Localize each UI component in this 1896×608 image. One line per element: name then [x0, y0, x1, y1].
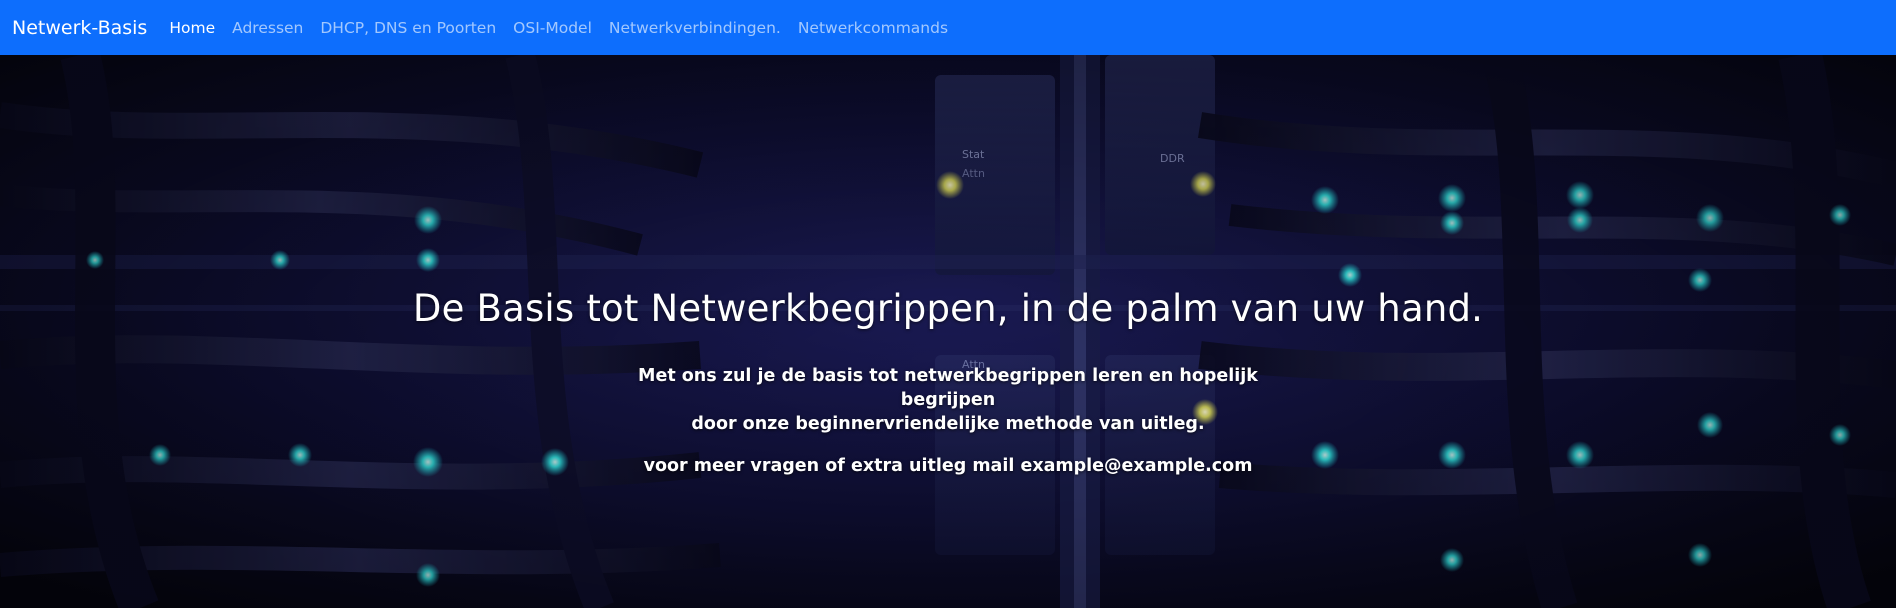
nav-link-adressen[interactable]: Adressen	[232, 19, 303, 37]
hero-lead-line-2: door onze beginnervriendelijke methode v…	[691, 414, 1205, 434]
hero-content: De Basis tot Netwerkbegrippen, in de pal…	[0, 287, 1896, 476]
hero-title: De Basis tot Netwerkbegrippen, in de pal…	[412, 287, 1484, 330]
nav-link-netwerkverbindingen[interactable]: Netwerkverbindingen.	[609, 19, 781, 37]
navbar: Netwerk-Basis Home Adressen DHCP, DNS en…	[0, 0, 1896, 55]
nav-link-home[interactable]: Home	[169, 19, 215, 37]
nav-link-dhcp-dns-poorten[interactable]: DHCP, DNS en Poorten	[320, 19, 496, 37]
nav-link-netwerkcommands[interactable]: Netwerkcommands	[798, 19, 948, 37]
nav-links: Home Adressen DHCP, DNS en Poorten OSI-M…	[169, 19, 965, 37]
brand-link[interactable]: Netwerk-Basis	[12, 17, 147, 39]
nav-link-osi-model[interactable]: OSI-Model	[513, 19, 592, 37]
hero-lead: Met ons zul je de basis tot netwerkbegri…	[598, 364, 1298, 436]
contact-text: voor meer vragen of extra uitleg mail ex…	[643, 456, 1253, 476]
hero-section: Stat Attn DDR Attn	[0, 55, 1896, 608]
hero-lead-line-1: Met ons zul je de basis tot netwerkbegri…	[638, 366, 1258, 410]
